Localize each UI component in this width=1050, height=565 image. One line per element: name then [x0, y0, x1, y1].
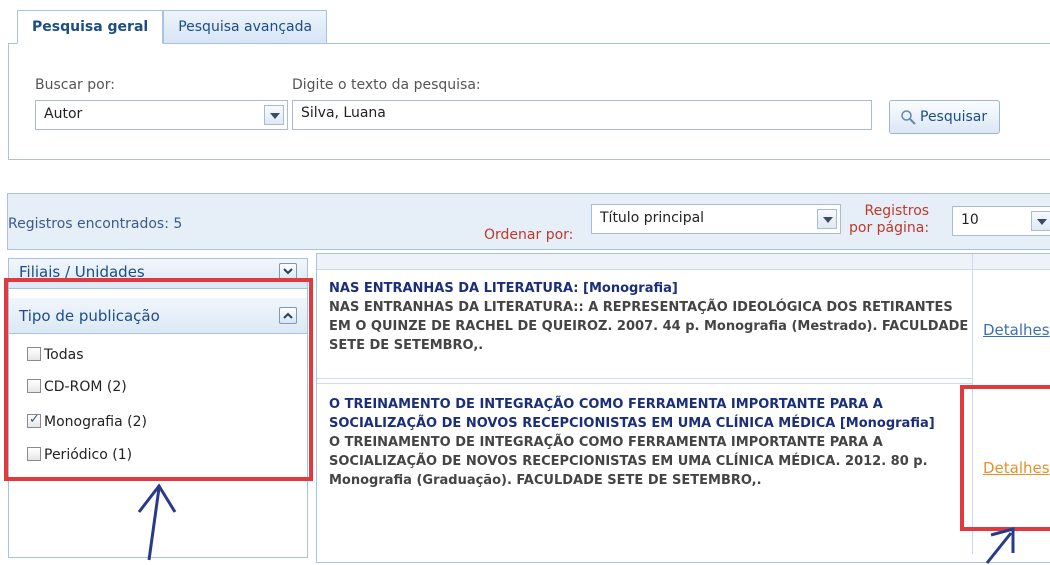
search-tabs: Pesquisa geral Pesquisa avançada — [17, 10, 328, 44]
annotation-arrow-icon — [985, 527, 1015, 564]
results-count: Registros encontrados: 5 — [8, 216, 182, 232]
per-page-label-line2: por página: — [849, 220, 930, 236]
chevron-down-icon[interactable] — [817, 209, 837, 229]
results-count-label: Registros encontrados: — [8, 216, 169, 232]
checkbox-checked[interactable] — [27, 412, 41, 428]
branches-panel-header[interactable]: Filiais / Unidades — [9, 259, 307, 289]
tab-pesquisa-geral[interactable]: Pesquisa geral — [17, 10, 164, 44]
order-by-label: Ordenar por: — [484, 227, 574, 243]
filter-label: Periódico (1) — [44, 447, 133, 463]
search-button-label: Pesquisar — [920, 109, 988, 125]
table-row: O TREINAMENTO DE INTEGRAÇÃO COMO FERRAME… — [329, 395, 969, 490]
filter-cd-rom[interactable]: CD-ROM (2) — [27, 379, 127, 395]
checkbox[interactable] — [27, 347, 41, 361]
record-title: NAS ENTRANHAS DA LITERATURA: [Monografia… — [329, 281, 678, 296]
search-by-label: Buscar por: — [35, 77, 115, 93]
expand-icon[interactable] — [279, 263, 297, 280]
annotation-arrow-icon — [137, 483, 177, 561]
order-by-select[interactable]: Título principal — [591, 204, 841, 234]
order-by-value: Título principal — [600, 210, 705, 226]
table-row: NAS ENTRANHAS DA LITERATURA: [Monografia… — [329, 279, 969, 355]
filter-todas[interactable]: Todas — [27, 347, 84, 363]
filter-label: Monografia (2) — [44, 414, 147, 430]
chevron-down-icon[interactable] — [264, 105, 284, 125]
checkbox[interactable] — [27, 447, 41, 461]
record-body: NAS ENTRANHAS DA LITERATURA:: A REPRESEN… — [329, 300, 969, 353]
per-page-value: 10 — [961, 212, 979, 228]
details-link[interactable]: Detalhes — [983, 321, 1050, 339]
branches-panel-title: Filiais / Unidades — [19, 263, 145, 281]
filter-label: CD-ROM (2) — [44, 379, 127, 395]
filter-periodico[interactable]: Periódico (1) — [27, 447, 132, 463]
search-input[interactable]: Silva, Luana — [292, 100, 872, 130]
search-panel: Buscar por: Autor Digite o texto da pesq… — [8, 43, 1050, 160]
table-header — [317, 254, 1050, 270]
per-page-select[interactable]: 10 — [952, 206, 1050, 236]
tab-pesquisa-avancada[interactable]: Pesquisa avançada — [163, 10, 328, 44]
pub-type-panel-title: Tipo de publicação — [19, 307, 160, 325]
row-divider — [317, 383, 972, 384]
chevron-down-icon[interactable] — [1031, 211, 1050, 231]
search-button[interactable]: Pesquisar — [889, 100, 1001, 134]
record-title: O TREINAMENTO DE INTEGRAÇÃO COMO FERRAME… — [329, 397, 935, 431]
record-body: O TREINAMENTO DE INTEGRAÇÃO COMO FERRAME… — [329, 435, 928, 488]
filter-monografia[interactable]: Monografia (2) — [27, 412, 147, 430]
results-table: NAS ENTRANHAS DA LITERATURA: [Monografia… — [316, 253, 1050, 563]
column-divider — [972, 254, 973, 554]
details-link[interactable]: Detalhes — [983, 459, 1050, 477]
checkbox[interactable] — [27, 379, 41, 393]
filter-label: Todas — [44, 347, 84, 363]
search-text-label: Digite o texto da pesquisa: — [292, 77, 481, 93]
per-page-label: Registros por página: — [849, 203, 929, 237]
results-count-value: 5 — [173, 216, 183, 232]
search-by-value: Autor — [44, 106, 83, 122]
pub-type-panel-header[interactable]: Tipo de publicação — [9, 298, 307, 334]
row-divider — [317, 378, 972, 379]
per-page-label-line1: Registros — [864, 203, 930, 219]
results-bar: Registros encontrados: 5 Ordenar por: Tí… — [7, 193, 1050, 250]
search-by-select[interactable]: Autor — [35, 100, 288, 130]
search-icon — [901, 110, 916, 125]
collapse-icon[interactable] — [279, 307, 297, 324]
